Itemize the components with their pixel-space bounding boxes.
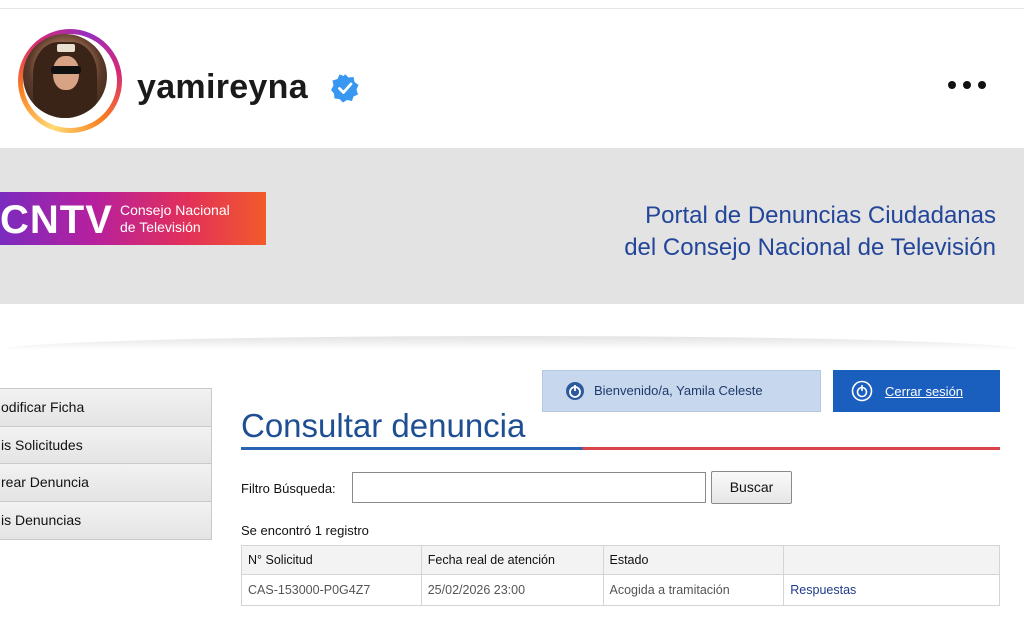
table-row: CAS-153000-P0G4Z7 25/02/2026 23:00 Acogi…	[241, 574, 1000, 606]
logout-link[interactable]: Cerrar sesión	[885, 384, 963, 399]
username[interactable]: yamireyna	[137, 67, 308, 107]
sidebar-item-mis-denuncias[interactable]: is Denuncias	[0, 501, 211, 539]
respuestas-link[interactable]: Respuestas	[783, 574, 1000, 606]
logo-word: CNTV	[0, 198, 113, 242]
cell-estado: Acogida a tramitación	[602, 574, 785, 606]
results-table: N° Solicitud Fecha real de atención Esta…	[241, 545, 1000, 606]
sidebar-item-crear-denuncia[interactable]: rear Denuncia	[0, 464, 211, 502]
welcome-box: Bienvenido/a, Yamila Celeste	[542, 370, 821, 412]
logo-subtitle-line2: de Televisión	[120, 219, 201, 235]
portal-title-line2: del Consejo Nacional de Televisión	[624, 234, 996, 261]
sidebar-item-modificar-ficha[interactable]: odificar Ficha	[0, 389, 211, 427]
title-underline	[241, 447, 1000, 450]
verified-badge-icon	[331, 74, 359, 103]
portal-title: Portal de Denuncias Ciudadanas del Conse…	[624, 200, 996, 264]
search-button[interactable]: Buscar	[711, 471, 792, 504]
cell-solicitud: CAS-153000-P0G4Z7	[241, 574, 422, 606]
more-options-icon[interactable]	[944, 73, 990, 97]
header-estado: Estado	[602, 545, 785, 575]
banner-shadow	[0, 336, 1024, 350]
avatar[interactable]	[18, 29, 122, 133]
welcome-text: Bienvenido/a, Yamila Celeste	[594, 383, 763, 398]
avatar-sunglasses	[51, 66, 81, 74]
table-header-row: N° Solicitud Fecha real de atención Esta…	[241, 545, 1000, 575]
power-icon	[566, 382, 584, 400]
header-acciones	[783, 545, 1000, 575]
logo-subtitle: Consejo Nacional de Televisión	[120, 202, 230, 236]
filter-label: Filtro Búsqueda:	[241, 481, 336, 496]
logout-button[interactable]: Cerrar sesión	[833, 370, 1000, 412]
screenshot: yamireyna CNTV Consejo Nacional de Telev…	[0, 0, 1024, 635]
result-count: Se encontró 1 registro	[241, 523, 369, 538]
cntv-logo[interactable]: CNTV Consejo Nacional de Televisión	[0, 192, 266, 245]
power-icon	[851, 380, 873, 402]
portal-title-line1: Portal de Denuncias Ciudadanas	[645, 202, 996, 229]
page-title: Consultar denuncia	[241, 407, 526, 444]
sidebar-item-mis-solicitudes[interactable]: is Solicitudes	[0, 426, 211, 464]
cell-fecha: 25/02/2026 23:00	[420, 574, 604, 606]
avatar-crown	[57, 44, 75, 52]
search-input[interactable]	[352, 472, 706, 503]
avatar-image	[23, 34, 107, 118]
logo-subtitle-line1: Consejo Nacional	[120, 202, 230, 218]
header-solicitud: N° Solicitud	[241, 545, 422, 575]
instagram-post-header: yamireyna	[0, 9, 1024, 147]
header-fecha: Fecha real de atención	[420, 545, 604, 575]
portal-banner: CNTV Consejo Nacional de Televisión Port…	[0, 148, 1024, 304]
sidebar-menu: odificar Ficha is Solicitudes rear Denun…	[0, 388, 212, 540]
